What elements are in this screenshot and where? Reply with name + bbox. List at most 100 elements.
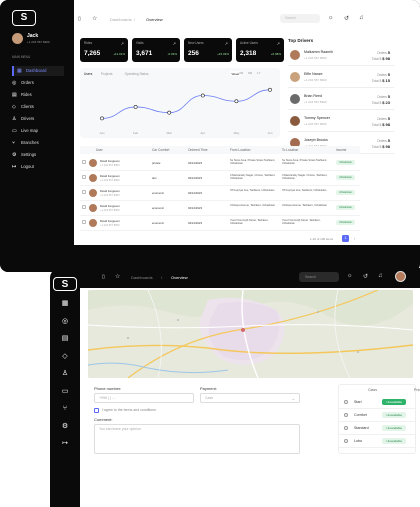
breadcrumb-current[interactable]: Overview — [171, 275, 188, 280]
data-point[interactable] — [100, 116, 104, 121]
theme-toggle-icon[interactable]: ☼ — [347, 273, 353, 279]
rides-icon[interactable]: ▤ — [60, 334, 70, 344]
drivers-icon[interactable]: ♙ — [60, 369, 70, 379]
driver-orders: Orders 5 — [377, 94, 390, 99]
sidebar-item-branches[interactable]: ⑂ Branches — [12, 138, 64, 148]
payment-label: Payment: — [200, 386, 217, 391]
data-point[interactable] — [200, 93, 205, 98]
table-row[interactable]: David Ferguson +1 234 567 8900 private 04/1… — [80, 157, 360, 171]
row-checkbox[interactable] — [82, 190, 86, 194]
sidebar-item-clients[interactable]: ◇ Clients — [12, 102, 64, 112]
search-input[interactable]: Search — [280, 14, 320, 23]
sidebar-item-rides[interactable]: ▤ Rides — [12, 90, 64, 100]
data-point[interactable] — [167, 110, 172, 115]
terms-text[interactable]: I agree to the terms and conditions — [102, 408, 156, 412]
arrow-up-right-icon[interactable]: ↗ — [173, 41, 176, 46]
branches-icon[interactable]: ⑂ — [60, 404, 70, 414]
table-row[interactable]: David Ferguson +1 234 567 8900 economic 04/… — [80, 187, 360, 201]
driver-row[interactable]: Effie Nanze +1 234 567 8900 Orders 5 Total … — [288, 68, 394, 88]
map-icon[interactable]: ▭ — [60, 387, 70, 397]
bell-icon[interactable]: ♫ — [359, 15, 364, 21]
bell-icon[interactable]: ♫ — [378, 273, 383, 279]
sidebar-item-settings[interactable]: ⚙ Settings — [12, 150, 64, 160]
to-location: 78 Kupriyar Ave, Tashkent, Uzbekistan — [282, 189, 327, 192]
class-header: Class — [368, 388, 377, 392]
avatar[interactable] — [395, 271, 406, 282]
arrow-up-right-icon[interactable]: ↗ — [225, 41, 228, 46]
from-location: 78 Kupriyar Ave, Tashkent, Uzbekistan — [230, 189, 275, 192]
data-point[interactable] — [234, 99, 239, 104]
driver-row[interactable]: Brian Reed +1 234 567 8900 Orders 5 Total $… — [288, 90, 394, 110]
clients-icon[interactable]: ◇ — [60, 352, 70, 362]
terms-checkbox[interactable] — [94, 408, 99, 413]
table-row[interactable]: David Ferguson +1 234 567 8900 taxi 04/12/2… — [80, 172, 360, 186]
stat-label: Active Users — [240, 41, 258, 45]
class-radio[interactable] — [344, 426, 348, 430]
class-price-badge: Unavailable — [382, 412, 406, 418]
sidebar-item-orders[interactable]: ◎ Orders — [12, 78, 64, 88]
history-icon[interactable]: ↺ — [363, 273, 368, 280]
star-icon[interactable]: ☆ — [92, 15, 97, 22]
row-checkbox[interactable] — [82, 160, 86, 164]
table-row[interactable]: David Ferguson +1 234 567 8900 economic 04/… — [80, 217, 360, 231]
driver-row[interactable]: Malkamm Raamih +1 234 567 8900 Orders 5 Tot… — [288, 46, 394, 66]
table-row[interactable]: David Ferguson +1 234 567 8900 economic 04/… — [80, 202, 360, 216]
live-map[interactable] — [88, 290, 413, 378]
sidebar-item-dashboard[interactable]: ▦ Dashboard — [12, 66, 64, 76]
dashboard-icon[interactable]: ▦ — [60, 299, 70, 309]
driver-phone: +1 234 567 8900 — [304, 122, 327, 126]
avatar[interactable] — [12, 33, 23, 44]
top-drivers-title: Top Drivers — [288, 38, 314, 43]
table-header-income[interactable]: Income — [336, 148, 346, 152]
table-header-car-comfort[interactable]: Car Comfort — [152, 148, 169, 152]
breadcrumb-current[interactable]: Overview — [146, 17, 163, 22]
table-header-to-location[interactable]: To Location — [282, 148, 298, 152]
class-row-standard[interactable]: Standard Unavailable — [338, 422, 416, 435]
user-phone: +1 234 567 8900 — [100, 194, 120, 197]
logout-icon[interactable]: ↦ — [60, 439, 70, 449]
star-icon[interactable]: ☆ — [115, 273, 120, 280]
sidebar-toggle-icon[interactable]: ▯ — [102, 274, 105, 280]
data-point[interactable] — [268, 87, 272, 92]
data-point[interactable] — [133, 105, 138, 109]
pagination-page[interactable]: 1 — [342, 235, 349, 242]
rides-icon: ▤ — [12, 92, 17, 98]
sidebar-item-logout[interactable]: ↦ Logout — [12, 162, 64, 172]
settings-icon[interactable]: ⚙ — [60, 422, 70, 432]
driver-total: Total $ $ 98 — [372, 144, 390, 149]
class-radio[interactable] — [344, 439, 348, 443]
history-icon[interactable]: ↺ — [344, 15, 349, 22]
total-label: Total $ — [371, 101, 382, 105]
orders-icon[interactable]: ◎ — [60, 317, 70, 327]
table-header-user[interactable]: User — [96, 148, 103, 152]
sidebar-toggle-icon[interactable]: ▯ — [78, 16, 81, 22]
class-row-start[interactable]: Start Unavailable — [338, 396, 416, 409]
payment-select[interactable]: Cash ⌄ — [200, 393, 300, 403]
sidebar-item-drivers[interactable]: ♙ Drivers — [12, 114, 64, 124]
class-radio[interactable] — [344, 413, 348, 417]
settings-icon: ⚙ — [12, 152, 17, 158]
arrow-up-right-icon[interactable]: ↗ — [121, 41, 124, 46]
arrow-up-right-icon[interactable]: ↗ — [277, 41, 280, 46]
class-row-lobo[interactable]: Lobo Unavailable — [338, 435, 416, 448]
row-checkbox[interactable] — [82, 205, 86, 209]
theme-toggle-icon[interactable]: ☼ — [328, 15, 334, 21]
driver-row[interactable]: Tommy Spencer +1 234 567 8900 Orders 5 Tota… — [288, 112, 394, 132]
search-input[interactable]: Search — [299, 272, 339, 282]
table-header-from-location[interactable]: From Location — [230, 148, 250, 152]
breadcrumb-parent[interactable]: Dashboards — [131, 275, 153, 280]
sidebar-item-live-map[interactable]: ▭ Live map — [12, 126, 64, 136]
phone-input[interactable]: +998 ( ) - - — [94, 393, 194, 403]
table-header-ordered-time[interactable]: Ordered Time — [188, 148, 208, 152]
breadcrumb-parent[interactable]: Dashboards — [110, 17, 132, 22]
sidebar-item-label: Clients — [21, 104, 34, 109]
comment-textarea[interactable]: You can leave your opinion — [94, 424, 300, 454]
income-badge: Uzbekistan — [336, 205, 355, 210]
class-row-comfort[interactable]: Comfort Unavailable — [338, 409, 416, 422]
sidebar-item-label: Logout — [21, 164, 34, 169]
row-checkbox[interactable] — [82, 175, 86, 179]
driver-total: Total $ $ 98 — [372, 56, 390, 61]
class-radio[interactable] — [344, 400, 348, 404]
row-checkbox[interactable] — [82, 220, 86, 224]
next-page-icon[interactable]: › — [354, 236, 355, 241]
